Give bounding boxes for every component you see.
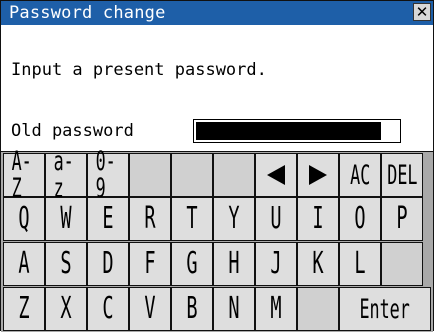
key-cursor-right[interactable] [297, 153, 339, 197]
text-cursor [383, 122, 398, 140]
key-label: P [396, 201, 408, 236]
key-label: T [186, 201, 198, 236]
instruction-text: Input a present password. [11, 60, 267, 80]
key-label: K [312, 246, 324, 281]
on-screen-keyboard: A-Z a-z 0-9 AC DEL Q W E R T Y U I O P A S D F G H J K L Z X C V B N M… [1, 148, 433, 332]
key-p[interactable]: P [381, 197, 423, 241]
key-x[interactable]: X [45, 287, 87, 331]
key-label: A-Z [11, 146, 32, 204]
key-label: 0-9 [95, 146, 116, 204]
key-label: X [60, 291, 72, 326]
key-a[interactable]: A [3, 242, 45, 286]
close-icon[interactable]: ✕ [413, 3, 431, 21]
key-label: M [270, 291, 282, 326]
key-label: Q [18, 201, 30, 236]
key-e[interactable]: E [87, 197, 129, 241]
arrow-right-icon [309, 165, 327, 185]
key-label: Z [18, 291, 30, 326]
dialog-title: Password change [9, 3, 166, 23]
title-bar: Password change ✕ [1, 1, 433, 25]
key-s[interactable]: S [45, 242, 87, 286]
key-z[interactable]: Z [3, 287, 45, 331]
key-blank[interactable] [381, 242, 423, 286]
key-label: Enter [359, 293, 411, 325]
key-m[interactable]: M [255, 287, 297, 331]
key-o[interactable]: O [339, 197, 381, 241]
key-label: N [228, 291, 240, 326]
key-label: L [354, 246, 366, 281]
key-b[interactable]: B [171, 287, 213, 331]
key-label: V [144, 291, 156, 326]
key-all-clear[interactable]: AC [339, 153, 381, 197]
key-label: R [144, 201, 156, 236]
key-label: DEL [386, 159, 418, 191]
key-q[interactable]: Q [3, 197, 45, 241]
key-label: Y [228, 201, 240, 236]
key-label: O [354, 201, 366, 236]
key-label: I [312, 201, 324, 236]
key-v[interactable]: V [129, 287, 171, 331]
old-password-field[interactable] [193, 119, 401, 143]
key-blank[interactable] [297, 287, 339, 331]
key-label: B [186, 291, 198, 326]
key-label: J [270, 246, 282, 281]
key-label: U [270, 201, 282, 236]
key-label: F [144, 246, 156, 281]
key-k[interactable]: K [297, 242, 339, 286]
password-change-dialog: Password change ✕ Input a present passwo… [0, 0, 434, 332]
key-label: G [186, 246, 198, 281]
key-n[interactable]: N [213, 287, 255, 331]
key-d[interactable]: D [87, 242, 129, 286]
key-delete[interactable]: DEL [381, 153, 423, 197]
key-cursor-left[interactable] [255, 153, 297, 197]
key-blank[interactable] [129, 153, 171, 197]
key-label: D [102, 246, 114, 281]
key-i[interactable]: I [297, 197, 339, 241]
key-label: W [60, 201, 72, 236]
key-label: C [102, 291, 114, 326]
key-j[interactable]: J [255, 242, 297, 286]
key-label: H [228, 246, 240, 281]
key-c[interactable]: C [87, 287, 129, 331]
key-label: A [18, 246, 30, 281]
key-uppercase-mode[interactable]: A-Z [3, 148, 45, 202]
key-label: AC [349, 159, 371, 191]
key-lowercase-mode[interactable]: a-z [45, 148, 87, 202]
key-blank[interactable] [171, 153, 213, 197]
key-w[interactable]: W [45, 197, 87, 241]
key-h[interactable]: H [213, 242, 255, 286]
old-password-label: Old password [11, 121, 134, 141]
key-label: a-z [53, 146, 74, 204]
key-u[interactable]: U [255, 197, 297, 241]
arrow-left-icon [267, 165, 285, 185]
key-y[interactable]: Y [213, 197, 255, 241]
key-label: S [60, 246, 72, 281]
key-enter[interactable]: Enter [339, 287, 431, 331]
key-t[interactable]: T [171, 197, 213, 241]
key-r[interactable]: R [129, 197, 171, 241]
key-g[interactable]: G [171, 242, 213, 286]
key-f[interactable]: F [129, 242, 171, 286]
key-blank[interactable] [213, 153, 255, 197]
key-l[interactable]: L [339, 242, 381, 286]
password-mask [196, 122, 381, 140]
key-numeric-mode[interactable]: 0-9 [87, 148, 129, 202]
key-label: E [102, 201, 114, 236]
